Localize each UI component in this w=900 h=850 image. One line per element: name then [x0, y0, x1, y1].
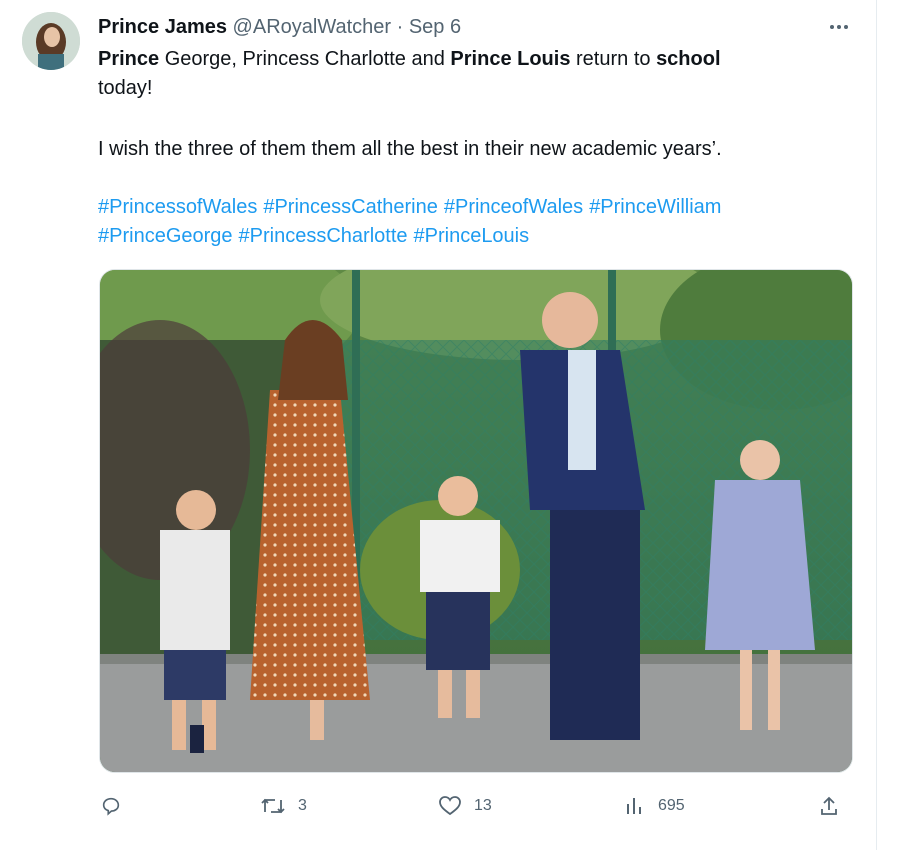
share-icon: [821, 796, 837, 815]
heart-icon: [439, 796, 461, 816]
share-button[interactable]: [818, 786, 852, 826]
views-icon: [627, 798, 641, 814]
header-separator: ·: [396, 16, 404, 38]
hashtag-link[interactable]: #PrinceWilliam: [589, 196, 721, 218]
avatar[interactable]: [22, 12, 80, 70]
text-bold-school: school: [656, 48, 721, 70]
views-button[interactable]: 695: [624, 786, 685, 826]
hashtag-link[interactable]: #PrinceLouis: [414, 225, 530, 247]
retweet-icon: [261, 798, 285, 814]
column-divider: [876, 0, 877, 850]
tweet-text-paragraph-2: I wish the three of them them all the be…: [98, 138, 722, 160]
tweet-text-line-2: today!: [98, 77, 153, 99]
hashtag-link[interactable]: #PrincessofWales: [98, 196, 257, 218]
author-name[interactable]: Prince James: [98, 16, 227, 38]
tweet-header: Prince James @ARoyalWatcher · Sep 6: [98, 14, 461, 40]
author-handle[interactable]: @ARoyalWatcher: [233, 16, 392, 38]
text-segment: return to: [570, 48, 657, 70]
tweet-text-line-1: Prince George, Princess Charlotte and Pr…: [98, 45, 721, 74]
text-bold-prince: Prince: [98, 48, 160, 70]
hashtag-row: #PrincessofWales #PrincessCatherine #Princ…: [98, 193, 727, 222]
text-bold-prince-louis: Prince Louis: [450, 48, 571, 70]
hashtag-link[interactable]: #PrincessCharlotte: [239, 225, 408, 247]
retweet-button[interactable]: 3: [260, 786, 307, 826]
family-photo-image: [100, 270, 852, 772]
tweet-text: Prince George, Princess Charlotte and Pr…: [98, 45, 721, 103]
retweet-count: 3: [298, 797, 307, 814]
like-button[interactable]: 13: [438, 786, 492, 826]
hashtag-link[interactable]: #PrinceGeorge: [98, 225, 233, 247]
avatar-image: [22, 12, 80, 70]
hashtag-link[interactable]: #PrincessCatherine: [263, 196, 438, 218]
text-segment: George, Princess Charlotte and: [159, 48, 451, 70]
views-count: 695: [658, 797, 685, 814]
like-count: 13: [474, 797, 492, 814]
more-options-button[interactable]: [826, 14, 852, 40]
reply-button[interactable]: [100, 786, 134, 826]
hashtag-list: #PrincessofWales #PrincessCatherine #Princ…: [98, 193, 727, 251]
reply-icon: [102, 797, 120, 816]
hashtag-row: #PrinceGeorge #PrincessCharlotte #PrinceLo…: [98, 222, 727, 251]
tweet-actions-bar: 3 13 695: [0, 786, 900, 826]
tweet-photo[interactable]: [99, 269, 853, 773]
hashtag-link[interactable]: #PrinceofWales: [444, 196, 583, 218]
more-icon: [830, 25, 848, 29]
tweet-date[interactable]: Sep 6: [409, 16, 461, 38]
